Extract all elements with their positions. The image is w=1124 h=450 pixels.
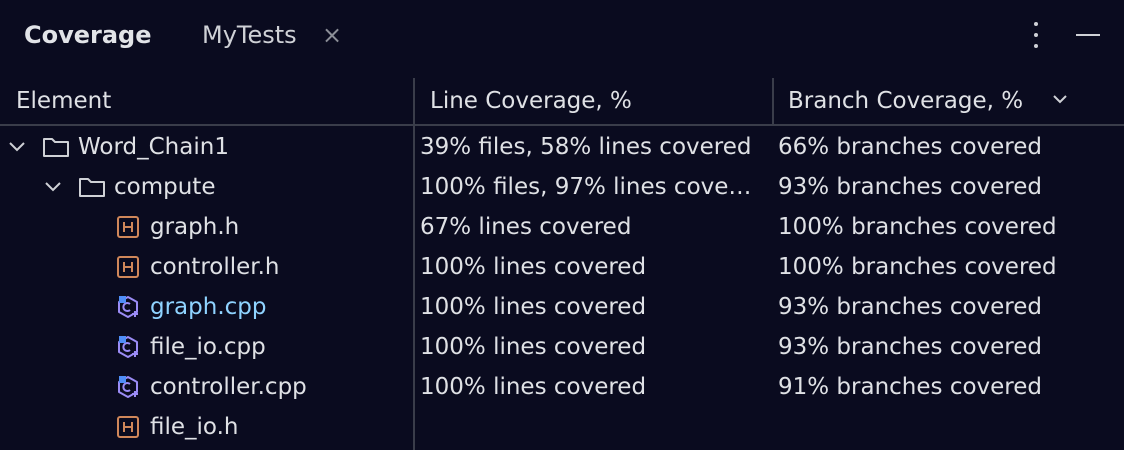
coverage-tool-window: Coverage MyTests × Element Line Coverage… (0, 0, 1124, 450)
minimize-icon[interactable] (1076, 34, 1100, 36)
branch-coverage-cell: 93% branches covered (778, 334, 1043, 360)
folder-icon (79, 178, 105, 197)
coverage-tree: Word_Chain1 39% files, 58% lines covered 6… (0, 127, 1124, 447)
line-coverage-cell: 100% lines covered (420, 334, 647, 360)
tab-bar: Coverage MyTests × (0, 0, 1124, 70)
column-header-branch-coverage[interactable]: Branch Coverage, % (788, 78, 1023, 124)
folder-icon (43, 138, 69, 157)
tree-row[interactable]: Word_Chain1 39% files, 58% lines covered 6… (0, 127, 1124, 167)
header-divider (0, 124, 1124, 126)
chevron-down-icon[interactable] (44, 180, 62, 194)
branch-coverage-cell: 100% branches covered (778, 254, 1057, 280)
column-divider[interactable] (772, 78, 774, 124)
kebab-vertical-icon[interactable] (1030, 22, 1042, 48)
tree-row[interactable]: file_io.cpp 100% lines covered 93% branche… (0, 327, 1124, 367)
line-coverage-cell: 100% lines covered (420, 374, 647, 400)
branch-coverage-cell: 93% branches covered (778, 294, 1043, 320)
chevron-down-icon[interactable] (1052, 93, 1068, 105)
chevron-down-icon[interactable] (8, 140, 26, 154)
line-coverage-cell: 100% lines covered (420, 254, 647, 280)
tab-coverage[interactable]: Coverage (24, 0, 152, 70)
column-header-line-coverage[interactable]: Line Coverage, % (430, 78, 632, 124)
branch-coverage-cell: 93% branches covered (778, 174, 1043, 200)
element-name: graph.cpp (150, 294, 267, 320)
close-icon[interactable]: × (322, 0, 342, 70)
line-coverage-cell: 100% files, 97% lines covered (420, 174, 756, 200)
header-file-icon (117, 416, 139, 438)
element-name: controller.cpp (150, 374, 307, 400)
element-name: file_io.h (150, 414, 239, 440)
line-coverage-cell: 67% lines covered (420, 214, 632, 240)
line-coverage-cell: 100% lines covered (420, 294, 647, 320)
branch-coverage-cell: 100% branches covered (778, 214, 1057, 240)
tree-row[interactable]: controller.h 100% lines covered 100% branc… (0, 247, 1124, 287)
tree-row[interactable]: graph.cpp 100% lines covered 93% branches … (0, 287, 1124, 327)
header-file-icon (117, 216, 139, 238)
element-name: graph.h (150, 214, 240, 240)
cpp-file-icon (118, 336, 138, 358)
tree-row[interactable]: controller.cpp 100% lines covered 91% bran… (0, 367, 1124, 407)
tab-mytests[interactable]: MyTests (202, 0, 297, 70)
tree-row[interactable]: graph.h 67% lines covered 100% branches co… (0, 207, 1124, 247)
element-name: file_io.cpp (150, 334, 266, 360)
branch-coverage-cell: 91% branches covered (778, 374, 1043, 400)
tree-row[interactable]: compute 100% files, 97% lines covered 93% … (0, 167, 1124, 207)
element-name: compute (114, 174, 216, 200)
branch-coverage-cell: 66% branches covered (778, 134, 1043, 160)
element-name: Word_Chain1 (78, 134, 229, 160)
column-header-element[interactable]: Element (16, 78, 111, 124)
header-file-icon (117, 256, 139, 278)
tree-row[interactable]: file_io.h (0, 407, 1124, 447)
line-coverage-cell: 39% files, 58% lines covered (420, 134, 752, 160)
cpp-file-icon (118, 376, 138, 398)
element-name: controller.h (150, 254, 280, 280)
cpp-file-icon (118, 296, 138, 318)
